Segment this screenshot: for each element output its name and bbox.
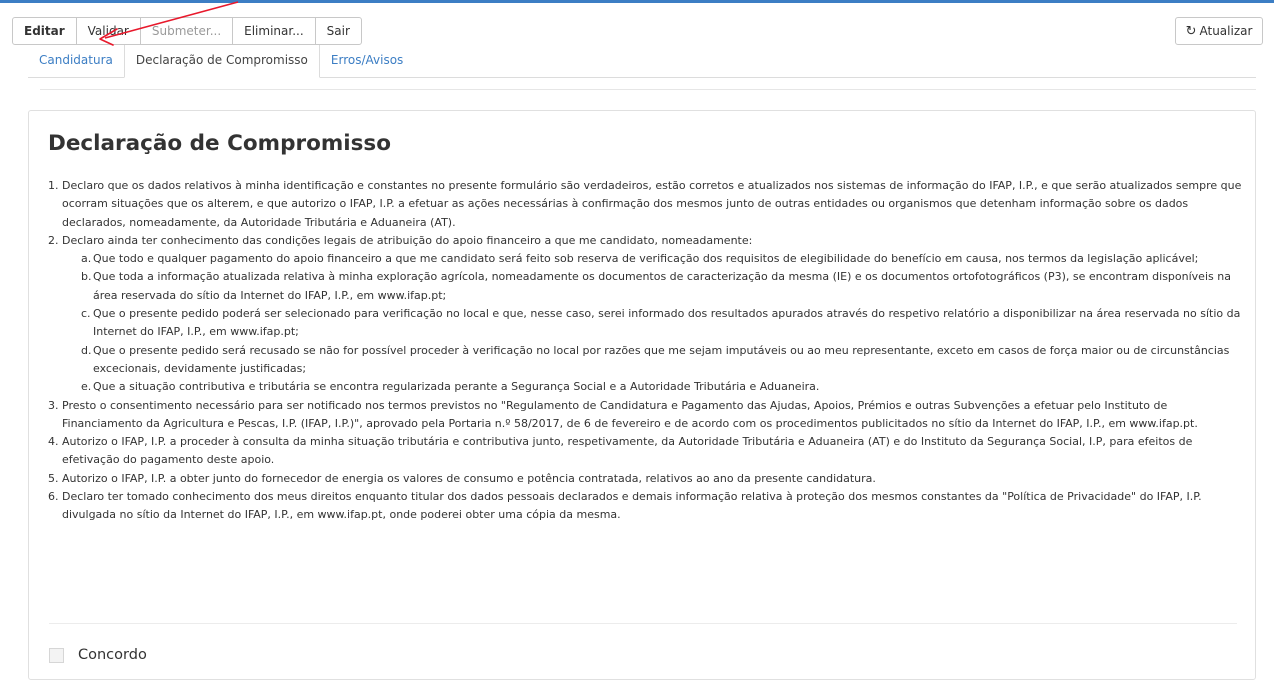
tab-candidatura[interactable]: Candidatura — [28, 45, 124, 78]
agree-checkbox-row[interactable]: Concordo — [49, 647, 147, 663]
item-number: 5. — [48, 471, 59, 485]
item-text: Autorizo o IFAP, I.P. a obter junto do f… — [62, 471, 876, 485]
item-number: 3. — [48, 398, 59, 412]
declaration-panel: Declaração de Compromisso 1. Declaro que … — [28, 110, 1256, 680]
item-letter: e. — [81, 380, 92, 394]
item-number: 1. — [48, 179, 59, 192]
item-text: Autorizo o IFAP, I.P. a proceder à consu… — [62, 435, 1193, 467]
tab-erros-avisos[interactable]: Erros/Avisos — [320, 45, 414, 78]
item-text: Que toda a informação atualizada relativ… — [93, 270, 1231, 302]
item-text: Presto o consentimento necessário para s… — [62, 398, 1198, 430]
item-text: Que a situação contributiva e tributária… — [93, 380, 820, 394]
list-item: 5. Autorizo o IFAP, I.P. a obter junto do… — [48, 470, 1243, 488]
edit-button[interactable]: Editar — [13, 18, 77, 44]
list-item: 3. Presto o consentimento necessário para… — [48, 397, 1243, 434]
item-number: 6. — [48, 490, 59, 504]
item-number: 4. — [48, 435, 59, 449]
top-accent-line — [0, 0, 1274, 3]
refresh-label: Atualizar — [1199, 24, 1253, 38]
list-item: 4. Autorizo o IFAP, I.P. a proceder à con… — [48, 433, 1243, 470]
validate-button[interactable]: Validar — [77, 18, 141, 44]
refresh-button[interactable]: ↻ Atualizar — [1175, 17, 1263, 45]
item-text: Declaro ainda ter conhecimento das condi… — [62, 233, 753, 247]
sub-list-item: a. Que todo e qualquer pagamento do apoio… — [48, 250, 1243, 268]
divider — [40, 89, 1256, 90]
list-item: 6. Declaro ter tomado conhecimento dos me… — [48, 488, 1243, 525]
delete-button[interactable]: Eliminar... — [233, 18, 316, 44]
divider — [49, 623, 1237, 624]
item-text: Declaro ter tomado conhecimento dos meus… — [62, 490, 1202, 522]
list-item: 2. Declaro ainda ter conhecimento das con… — [48, 232, 1243, 250]
sub-list-item: c. Que o presente pedido poderá ser selec… — [48, 305, 1243, 342]
sub-list-item: e. Que a situação contributiva e tributár… — [48, 378, 1243, 396]
item-letter: a. — [81, 252, 92, 266]
item-text: Declaro que os dados relativos à minha i… — [62, 179, 1242, 229]
declaration-list: 1. Declaro que os dados relativos à minha… — [48, 177, 1243, 525]
submit-button[interactable]: Submeter... — [141, 18, 234, 44]
tab-bar: Candidatura Declaração de Compromisso Er… — [28, 45, 1256, 78]
agree-checkbox[interactable] — [49, 647, 64, 663]
list-item: 1. Declaro que os dados relativos à minha… — [48, 177, 1243, 232]
item-text: Que o presente pedido poderá ser selecio… — [93, 307, 1241, 339]
item-text: Que o presente pedido será recusado se n… — [93, 343, 1230, 375]
sub-list-item: b. Que toda a informação atualizada relat… — [48, 268, 1243, 305]
sub-list-item: d. Que o presente pedido será recusado se… — [48, 342, 1243, 379]
toolbar: Editar Validar Submeter... Eliminar... S… — [12, 17, 362, 45]
exit-button[interactable]: Sair — [316, 18, 361, 44]
page-title: Declaração de Compromisso — [48, 131, 391, 156]
item-text: Que todo e qualquer pagamento do apoio f… — [93, 252, 1199, 266]
item-letter: b. — [81, 270, 92, 284]
item-letter: d. — [81, 343, 92, 357]
refresh-icon: ↻ — [1185, 24, 1197, 39]
item-number: 2. — [48, 233, 59, 247]
agree-label: Concordo — [78, 647, 147, 663]
tab-declaracao-compromisso[interactable]: Declaração de Compromisso — [123, 45, 320, 78]
item-letter: c. — [81, 307, 91, 321]
